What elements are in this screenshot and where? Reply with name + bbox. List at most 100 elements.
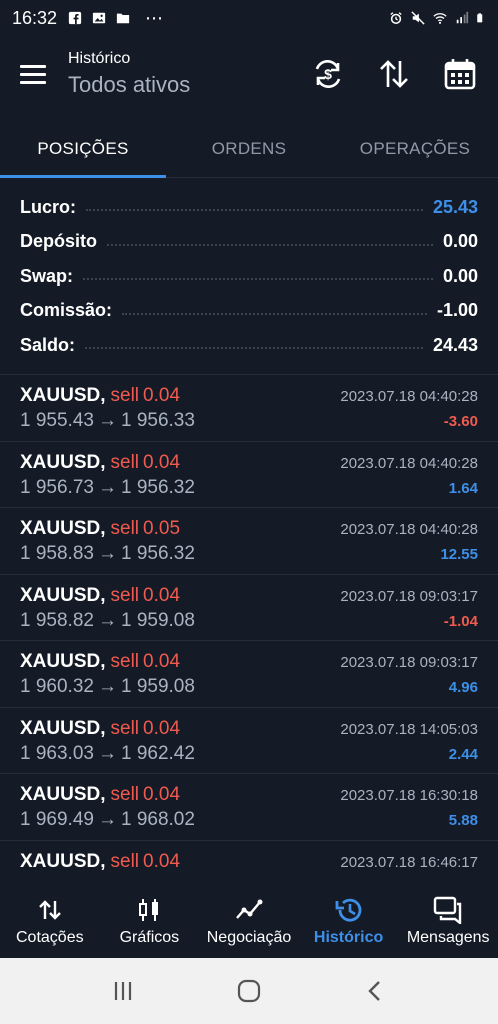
arrow-icon: → — [97, 809, 117, 830]
tab-deals[interactable]: OPERAÇÕES — [332, 120, 498, 177]
arrow-icon: → — [97, 676, 117, 697]
charts-icon — [134, 895, 164, 925]
position-prices: 1 955.43 → 1 956.33 -3.60 — [20, 410, 478, 432]
arrow-icon: → — [97, 543, 117, 564]
open-price: 1 958.83 — [20, 543, 94, 564]
position-date: 2023.07.18 09:03:17 — [340, 587, 478, 605]
summary-label: Comissão: — [20, 300, 113, 321]
position-header: XAUUSD, sell 0.04 2023.07.18 14:05:03 — [20, 718, 478, 740]
arrow-icon: → — [97, 609, 117, 631]
page-subtitle: Histórico — [68, 50, 131, 67]
position-symbol: XAUUSD, — [20, 717, 106, 739]
position-side: sell — [110, 651, 140, 672]
gallery-icon — [92, 12, 106, 24]
position-date: 2023.07.18 04:40:28 — [340, 521, 478, 538]
position-volume: 0.04 — [143, 651, 181, 672]
position-row[interactable]: XAUUSD, sell 0.04 2023.07.18 16:46:17 — [0, 841, 498, 885]
open-price: 1 956.73 — [20, 476, 94, 498]
summary-row-balance: Saldo: 24.43 — [0, 328, 498, 363]
position-symbol: XAUUSD, — [20, 784, 106, 805]
header-actions: $ — [308, 54, 480, 94]
positions-list: XAUUSD, sell 0.04 2023.07.18 04:40:28 1 955.… — [0, 374, 498, 884]
home-icon[interactable] — [229, 971, 269, 1011]
more-notifications-icon: ⋯ — [145, 7, 164, 28]
position-header: XAUUSD, sell 0.04 2023.07.18 16:46:17 — [20, 851, 478, 873]
position-row[interactable]: XAUUSD, sell 0.04 2023.07.18 04:40:28 1 956.… — [0, 442, 498, 508]
menu-icon[interactable] — [20, 54, 60, 94]
bottom-navigation: Cotações Gráficos Negociação Histórico M… — [0, 884, 498, 958]
system-navigation-bar — [0, 958, 498, 1024]
position-volume: 0.05 — [143, 518, 181, 539]
position-header: XAUUSD, sell 0.04 2023.07.18 09:03:17 — [20, 585, 478, 607]
position-prices: 1 956.73 → 1 956.32 1.64 — [20, 477, 478, 499]
calendar-icon[interactable] — [440, 54, 480, 94]
back-icon[interactable] — [355, 971, 395, 1011]
position-side: sell — [110, 518, 140, 539]
position-side: sell — [110, 850, 140, 872]
summary-label: Saldo: — [20, 334, 76, 355]
currency-sync-icon[interactable]: $ — [308, 54, 348, 94]
summary-row-swap: Swap: 0.00 — [0, 259, 498, 294]
position-volume: 0.04 — [143, 717, 181, 739]
status-time: 16:32 — [12, 7, 58, 28]
nav-messages[interactable]: Mensagens — [398, 884, 498, 958]
position-profit: 2.44 — [448, 745, 478, 763]
dotted-leader — [107, 243, 433, 246]
summary-row-profit: Lucro: 25.43 — [0, 190, 498, 225]
position-row[interactable]: XAUUSD, sell 0.04 2023.07.18 09:03:17 1 958.… — [0, 575, 498, 641]
position-side: sell — [110, 784, 140, 805]
position-prices: 1 963.03 → 1 962.42 2.44 — [20, 743, 478, 765]
summary-row-commission: Comissão: -1.00 — [0, 294, 498, 329]
close-price: 1 959.08 — [120, 609, 195, 631]
status-notification-icons: ⋯ — [67, 8, 163, 29]
summary-row-deposit: Depósito 0.00 — [0, 225, 498, 260]
close-price: 1 959.08 — [120, 676, 195, 697]
position-symbol: XAUUSD, — [20, 385, 106, 406]
tab-orders[interactable]: ORDENS — [166, 120, 332, 177]
status-bar: 16:32 ⋯ — [0, 0, 498, 36]
close-price: 1 962.42 — [120, 742, 195, 764]
position-symbol: XAUUSD, — [20, 651, 106, 672]
nav-history[interactable]: Histórico — [299, 884, 399, 958]
dotted-leader — [122, 312, 427, 315]
trade-icon — [234, 895, 264, 925]
history-tabs: POSIÇÕES ORDENS OPERAÇÕES — [0, 120, 498, 178]
tab-positions[interactable]: POSIÇÕES — [0, 120, 166, 178]
position-row[interactable]: XAUUSD, sell 0.04 2023.07.18 04:40:28 1 955.… — [0, 375, 498, 442]
position-header: XAUUSD, sell 0.04 2023.07.18 04:40:28 — [20, 385, 478, 407]
position-profit: 5.88 — [448, 812, 478, 829]
sort-icon[interactable] — [374, 54, 414, 94]
position-row[interactable]: XAUUSD, sell 0.04 2023.07.18 14:05:03 1 963.… — [0, 708, 498, 774]
app-header: Histórico Todos ativos $ — [0, 40, 498, 108]
summary-value: -1.00 — [436, 300, 478, 321]
summary-value: 25.43 — [432, 196, 478, 217]
facebook-icon — [68, 11, 82, 25]
arrow-icon: → — [97, 476, 117, 498]
position-date: 2023.07.18 14:05:03 — [340, 720, 478, 738]
position-row[interactable]: XAUUSD, sell 0.04 2023.07.18 09:03:17 1 960.… — [0, 641, 498, 708]
messages-icon — [433, 895, 463, 925]
position-profit: -3.60 — [443, 413, 478, 430]
nav-quotes[interactable]: Cotações — [0, 884, 100, 958]
dotted-leader — [86, 209, 423, 212]
position-volume: 0.04 — [143, 385, 181, 406]
summary-value: 0.00 — [442, 265, 478, 286]
status-system-icons — [388, 11, 486, 25]
position-row[interactable]: XAUUSD, sell 0.04 2023.07.18 16:30:18 1 969.… — [0, 774, 498, 841]
position-side: sell — [110, 385, 140, 406]
header-title-block[interactable]: Histórico Todos ativos — [68, 50, 190, 98]
nav-trade[interactable]: Negociação — [199, 884, 299, 958]
nav-label: Gráficos — [119, 929, 180, 946]
position-prices: 1 960.32 → 1 959.08 4.96 — [20, 676, 478, 698]
summary-label: Lucro: — [20, 196, 76, 217]
nav-charts[interactable]: Gráficos — [100, 884, 200, 958]
position-profit: 4.96 — [448, 679, 478, 696]
recent-apps-icon[interactable] — [103, 971, 143, 1011]
position-row[interactable]: XAUUSD, sell 0.05 2023.07.18 04:40:28 1 958.… — [0, 508, 498, 575]
position-date: 2023.07.18 09:03:17 — [340, 654, 478, 671]
summary-label: Depósito — [20, 231, 98, 252]
quotes-icon — [35, 895, 65, 925]
svg-text:$: $ — [324, 66, 332, 82]
summary-panel: Lucro: 25.43 Depósito 0.00 Swap: 0.00 Co… — [0, 190, 498, 363]
nav-label: Cotações — [16, 929, 84, 946]
